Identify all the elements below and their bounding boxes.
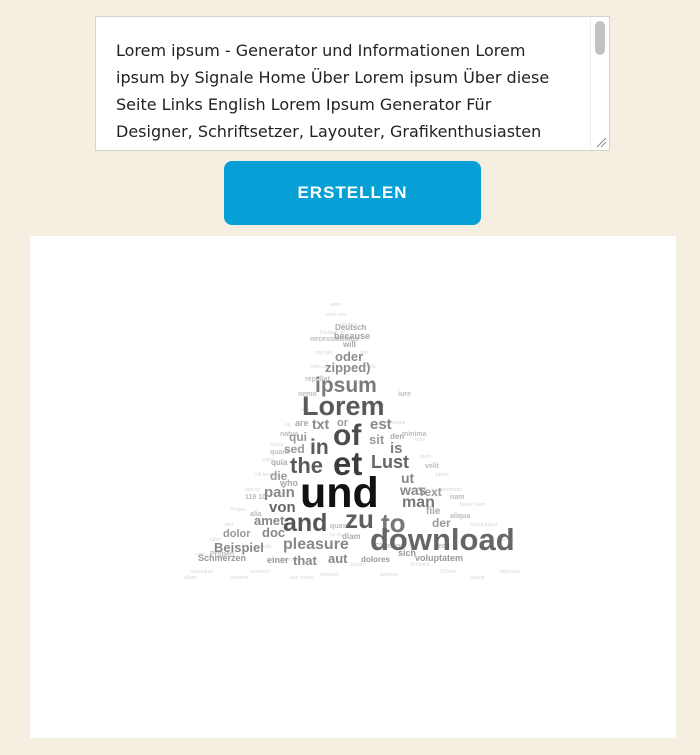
svg-text:cillum: cillum bbox=[184, 575, 197, 581]
svg-text:eiusmod: eiusmod bbox=[250, 569, 269, 575]
svg-text:iure: iure bbox=[398, 391, 411, 398]
svg-text:nam: nam bbox=[450, 494, 464, 501]
scrollbar-thumb[interactable] bbox=[595, 21, 605, 55]
svg-text:quas: quas bbox=[330, 523, 346, 530]
word-sich: sich bbox=[398, 548, 417, 558]
svg-text:velit: velit bbox=[425, 463, 440, 470]
svg-text:nisi quo: nisi quo bbox=[315, 350, 332, 356]
word-quia: quia bbox=[271, 458, 288, 467]
word-zu: doc bbox=[262, 525, 286, 540]
svg-text:tempora: tempora bbox=[380, 572, 399, 578]
word-voluptatem: voluptatem bbox=[415, 553, 464, 563]
word-einer: einer bbox=[267, 555, 289, 565]
svg-text:anim: anim bbox=[420, 454, 431, 460]
create-button[interactable]: ERSTELLEN bbox=[224, 161, 481, 225]
word-and: and bbox=[283, 509, 328, 537]
svg-text:Propen: Propen bbox=[230, 507, 246, 513]
word-dolor: dolor bbox=[223, 528, 251, 540]
word-txt: txt bbox=[312, 416, 330, 432]
word-will: will bbox=[343, 340, 356, 349]
word-aut: aut bbox=[328, 551, 348, 566]
word-dolores: dolores bbox=[361, 555, 390, 564]
resize-handle-icon[interactable] bbox=[595, 136, 607, 148]
svg-text:commodo: commodo bbox=[440, 487, 462, 493]
word-man: man bbox=[402, 494, 435, 511]
word-die: die bbox=[270, 469, 288, 483]
svg-text:www: www bbox=[330, 302, 341, 308]
text-input[interactable]: Lorem ipsum - Generator und Informatione… bbox=[116, 37, 566, 145]
svg-text:Scheint: Scheint bbox=[440, 569, 457, 575]
word-schmerzen: Schmerzen bbox=[198, 553, 247, 563]
svg-text:quo minus: quo minus bbox=[290, 575, 314, 581]
svg-text:Ipsum Sent: Ipsum Sent bbox=[460, 502, 486, 508]
svg-text:labore: labore bbox=[435, 472, 449, 478]
svg-text:sed do: sed do bbox=[245, 487, 260, 493]
svg-text:aliquip: aliquip bbox=[470, 575, 485, 581]
word-est: est bbox=[370, 416, 392, 433]
svg-text:velit esse: velit esse bbox=[500, 569, 521, 575]
svg-text:ea: ea bbox=[285, 422, 291, 428]
svg-text:magna: magna bbox=[390, 420, 406, 426]
word-that: that bbox=[293, 553, 317, 568]
word-sit: sit bbox=[369, 432, 385, 447]
scrollbar[interactable] bbox=[590, 17, 609, 150]
text-input-area[interactable]: Lorem ipsum - Generator und Informatione… bbox=[95, 16, 610, 151]
svg-text:119 10: 119 10 bbox=[245, 494, 266, 501]
svg-text:proident: proident bbox=[230, 575, 249, 581]
word-download: download bbox=[370, 522, 515, 557]
word-are: are bbox=[295, 418, 309, 428]
word-zipped: zipped) bbox=[325, 360, 371, 375]
svg-text:aliqua: aliqua bbox=[270, 442, 284, 448]
svg-text:aliqua: aliqua bbox=[450, 513, 470, 520]
svg-text:minima: minima bbox=[402, 431, 427, 438]
svg-text:pleasure: pleasure bbox=[320, 572, 339, 578]
svg-text:vero vero: vero vero bbox=[326, 312, 347, 318]
word-pain: pain bbox=[264, 484, 295, 501]
wordcloud-canvas: www vero vero ullamco Deutsch sit nisi quo… bbox=[30, 236, 676, 738]
